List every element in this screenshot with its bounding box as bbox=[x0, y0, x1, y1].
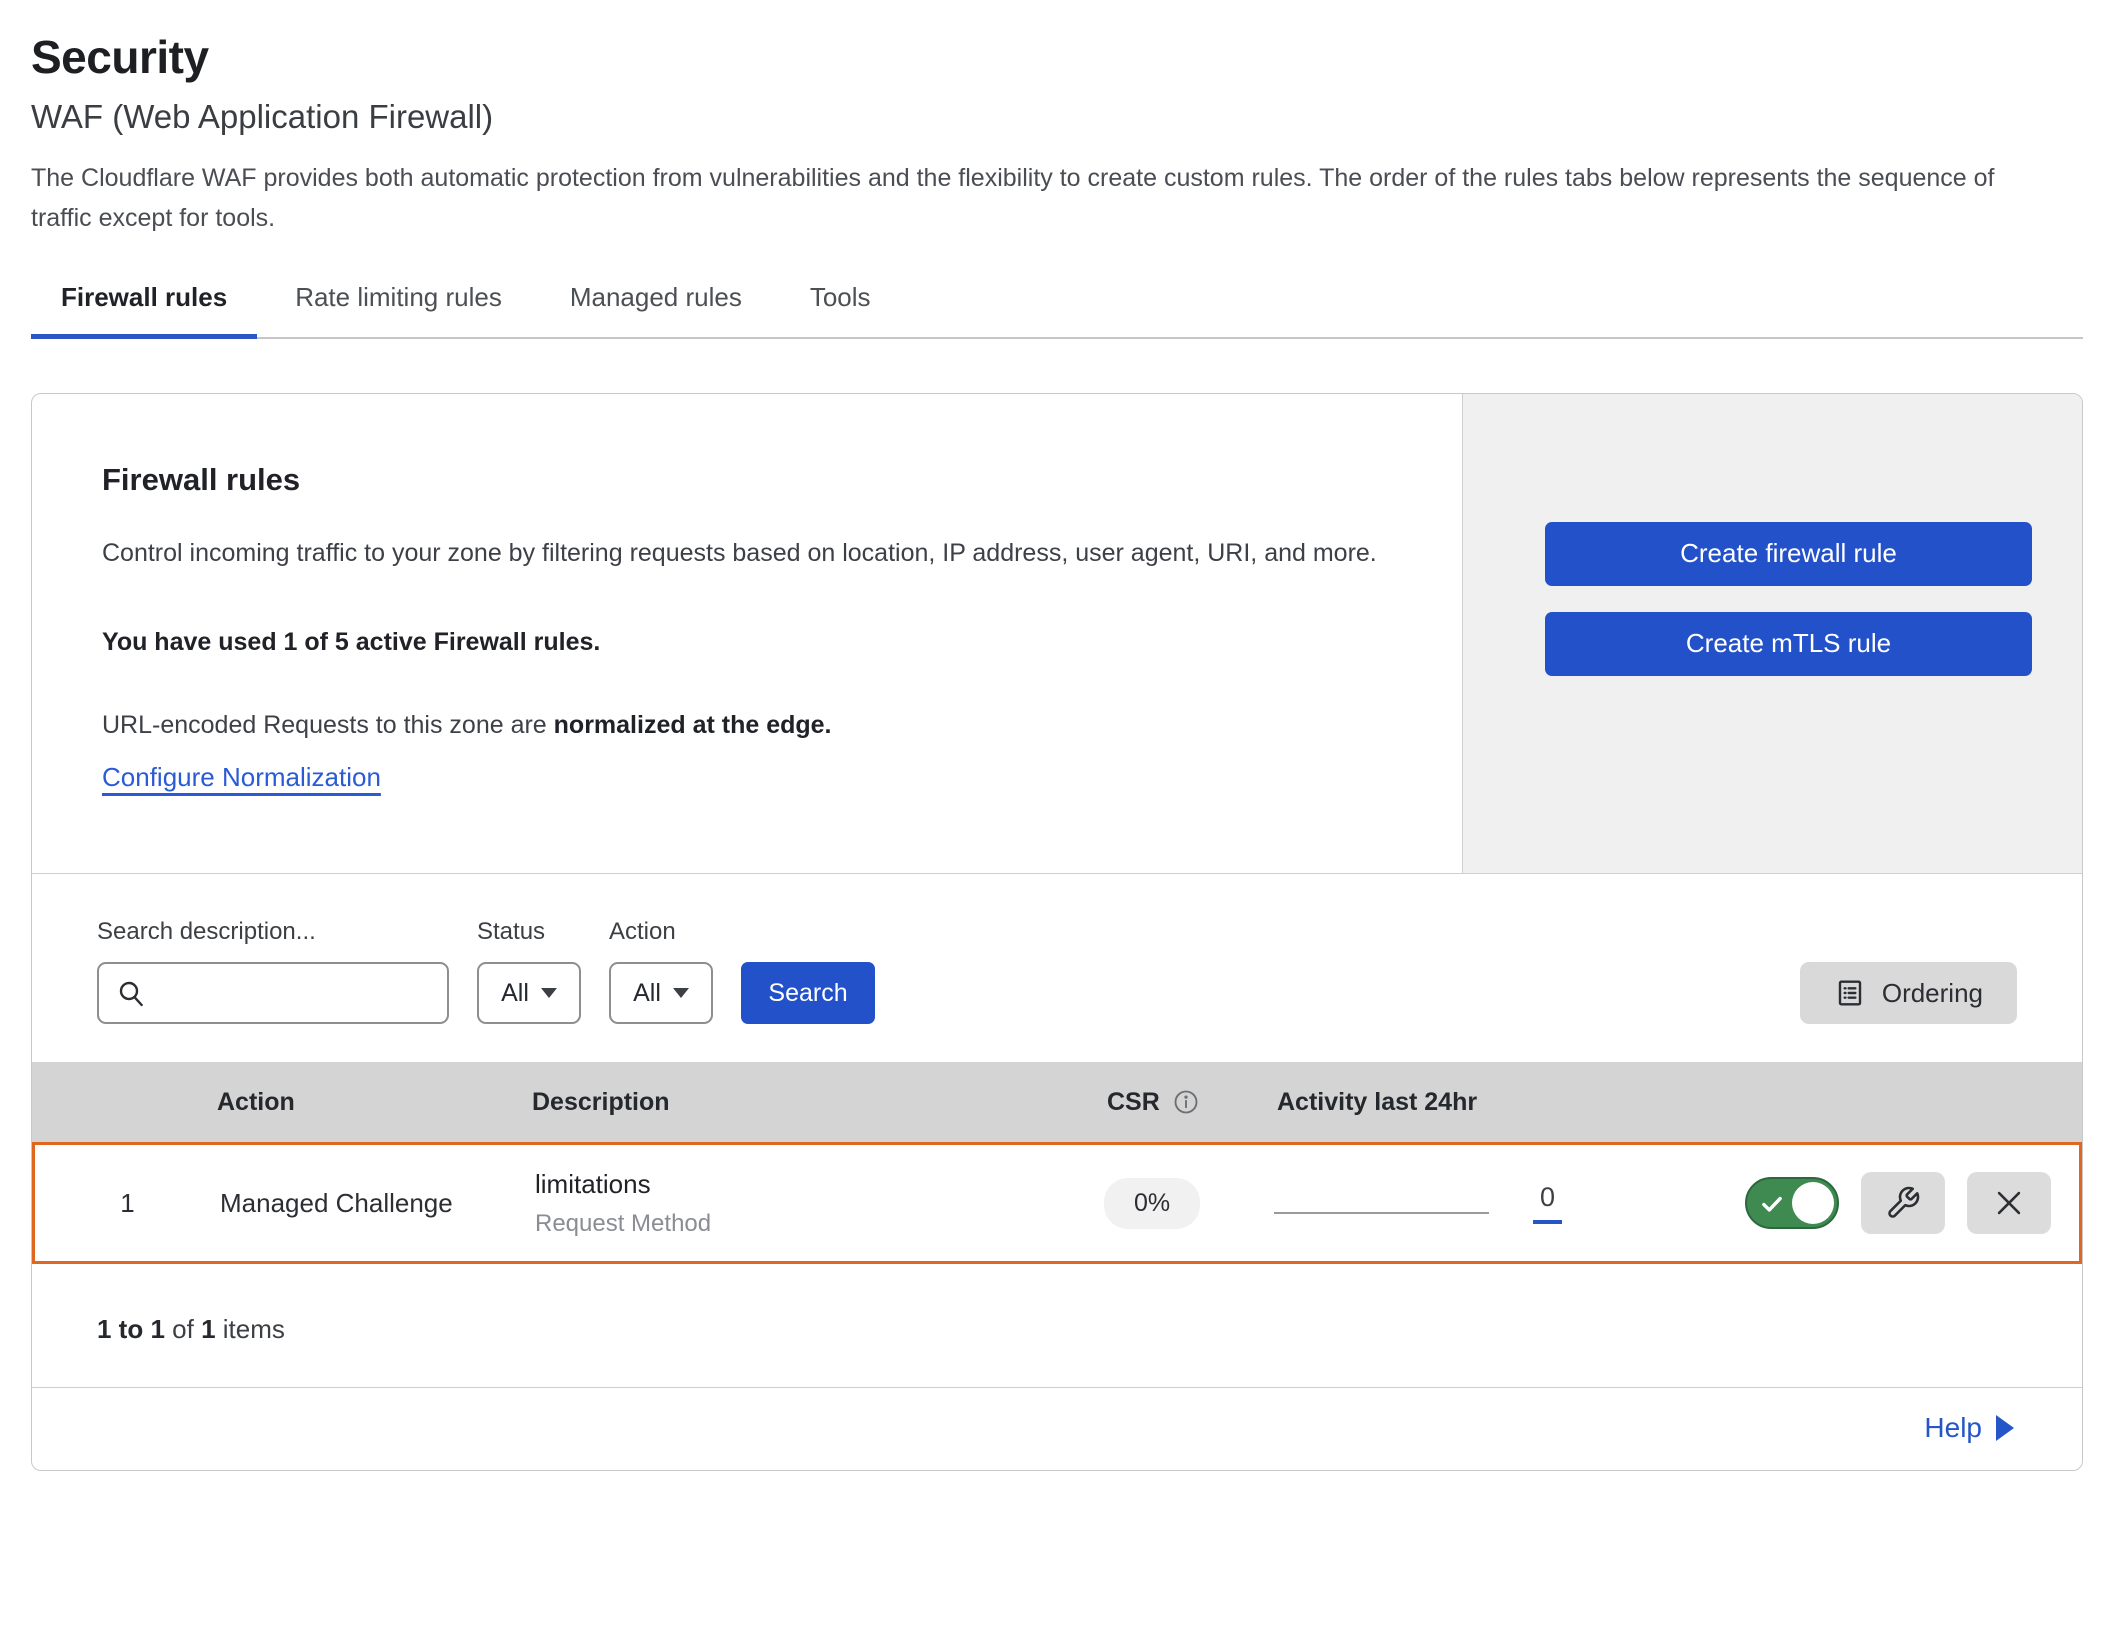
usage-note: You have used 1 of 5 active Firewall rul… bbox=[102, 628, 1392, 657]
rule-priority: 1 bbox=[35, 1188, 220, 1219]
header-action: Action bbox=[217, 1088, 532, 1117]
search-group: Search description... bbox=[97, 918, 449, 1024]
count-range: 1 to 1 bbox=[97, 1314, 165, 1344]
tab-rate-limiting-rules[interactable]: Rate limiting rules bbox=[265, 282, 532, 337]
edit-rule-button[interactable] bbox=[1861, 1172, 1945, 1234]
header-activity: Activity last 24hr bbox=[1277, 1088, 1707, 1117]
count-total: 1 bbox=[201, 1314, 215, 1344]
rule-expression: Request Method bbox=[535, 1210, 1104, 1238]
page-subtitle: WAF (Web Application Firewall) bbox=[31, 98, 2083, 136]
action-filter-group: Action All bbox=[609, 918, 713, 1024]
rule-enabled-toggle[interactable] bbox=[1745, 1177, 1839, 1229]
csr-badge: 0% bbox=[1104, 1178, 1200, 1229]
tab-firewall-rules[interactable]: Firewall rules bbox=[31, 282, 257, 337]
help-link-label: Help bbox=[1924, 1412, 1982, 1444]
page-description: The Cloudflare WAF provides both automat… bbox=[31, 158, 2061, 238]
wrench-icon bbox=[1885, 1185, 1921, 1221]
firewall-rules-card: Firewall rules Control incoming traffic … bbox=[31, 393, 2083, 1471]
header-csr-label: CSR bbox=[1107, 1088, 1160, 1117]
chevron-down-icon bbox=[541, 988, 557, 998]
security-waf-page: Security WAF (Web Application Firewall) … bbox=[0, 0, 2114, 1471]
page-title: Security bbox=[31, 30, 2083, 84]
header-csr: CSR bbox=[1107, 1088, 1277, 1117]
panel-heading: Firewall rules bbox=[102, 462, 1392, 498]
info-icon[interactable] bbox=[1172, 1088, 1200, 1116]
normalization-note: URL-encoded Requests to this zone are no… bbox=[102, 711, 1392, 740]
header-description: Description bbox=[532, 1088, 1107, 1117]
table-row: 1 Managed Challenge limitations Request … bbox=[32, 1142, 2082, 1264]
status-select-value: All bbox=[501, 979, 529, 1008]
card-top-section: Firewall rules Control incoming traffic … bbox=[32, 394, 2082, 874]
action-label: Action bbox=[609, 918, 713, 946]
toggle-knob bbox=[1792, 1182, 1834, 1224]
configure-normalization-link[interactable]: Configure Normalization bbox=[102, 762, 381, 793]
count-of: of bbox=[165, 1314, 201, 1344]
rule-activity-cell: 0 bbox=[1274, 1182, 1704, 1224]
action-select[interactable]: All bbox=[609, 962, 713, 1024]
chevron-down-icon bbox=[673, 988, 689, 998]
help-arrow-icon bbox=[1996, 1415, 2014, 1441]
tab-bar: Firewall rules Rate limiting rules Manag… bbox=[31, 282, 2083, 339]
activity-sparkline bbox=[1274, 1204, 1489, 1214]
check-icon bbox=[1759, 1191, 1785, 1217]
firewall-rules-info: Firewall rules Control incoming traffic … bbox=[32, 394, 1462, 873]
table-header: Action Description CSR Activity last 24h… bbox=[32, 1062, 2082, 1142]
delete-rule-button[interactable] bbox=[1967, 1172, 2051, 1234]
create-mtls-rule-button[interactable]: Create mTLS rule bbox=[1545, 612, 2032, 676]
search-icon bbox=[115, 977, 147, 1009]
help-row: Help bbox=[32, 1387, 2082, 1470]
filter-bar: Search description... Status All Action bbox=[32, 874, 2082, 1062]
search-input[interactable] bbox=[97, 962, 449, 1024]
close-icon bbox=[1992, 1186, 2026, 1220]
actions-panel: Create firewall rule Create mTLS rule bbox=[1462, 394, 2082, 873]
status-select[interactable]: All bbox=[477, 962, 581, 1024]
create-firewall-rule-button[interactable]: Create firewall rule bbox=[1545, 522, 2032, 586]
tab-managed-rules[interactable]: Managed rules bbox=[540, 282, 772, 337]
rule-action: Managed Challenge bbox=[220, 1188, 535, 1219]
normalization-bold: normalized at the edge. bbox=[554, 711, 832, 739]
search-box bbox=[97, 962, 449, 1024]
ordering-list-icon bbox=[1834, 977, 1866, 1009]
tab-tools[interactable]: Tools bbox=[780, 282, 901, 337]
panel-description: Control incoming traffic to your zone by… bbox=[102, 530, 1392, 576]
help-link[interactable]: Help bbox=[1924, 1412, 2014, 1444]
rule-description: limitations bbox=[535, 1169, 1104, 1200]
status-filter-group: Status All bbox=[477, 918, 581, 1024]
rule-csr-cell: 0% bbox=[1104, 1178, 1274, 1229]
pagination-summary: 1 to 1 of 1 items bbox=[32, 1264, 2082, 1387]
rule-description-cell: limitations Request Method bbox=[535, 1169, 1104, 1238]
search-button[interactable]: Search bbox=[741, 962, 875, 1024]
status-label: Status bbox=[477, 918, 581, 946]
ordering-button-label: Ordering bbox=[1882, 978, 1983, 1009]
normalization-prefix: URL-encoded Requests to this zone are bbox=[102, 711, 554, 739]
search-label: Search description... bbox=[97, 918, 449, 946]
ordering-button[interactable]: Ordering bbox=[1800, 962, 2017, 1024]
activity-count-link[interactable]: 0 bbox=[1533, 1182, 1562, 1224]
action-select-value: All bbox=[633, 979, 661, 1008]
rule-controls bbox=[1704, 1172, 2079, 1234]
count-items: items bbox=[216, 1314, 285, 1344]
